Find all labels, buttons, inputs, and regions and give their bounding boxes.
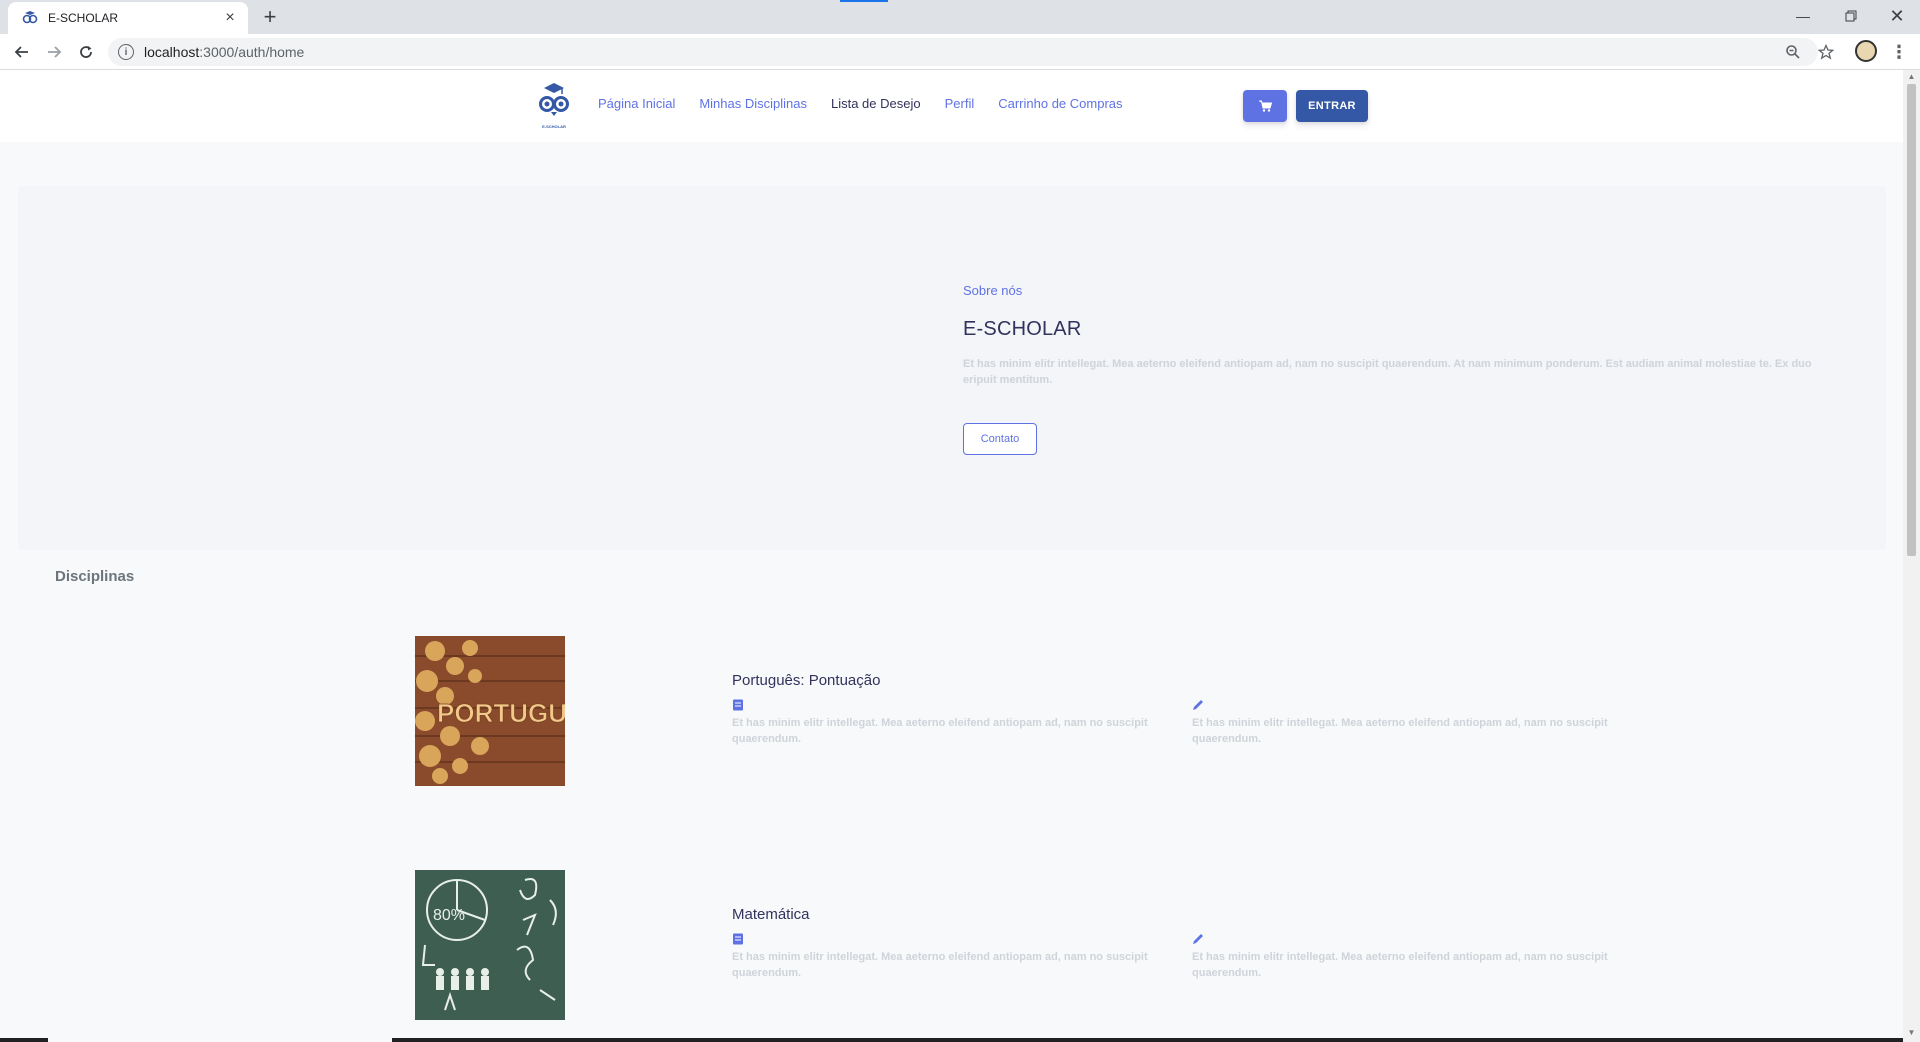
browser-menu-icon[interactable]: ⋮ xyxy=(1887,40,1911,64)
reload-button[interactable] xyxy=(74,40,98,64)
course-image-matematica[interactable]: 80% xyxy=(415,870,565,1020)
url-text: localhost:3000/auth/home xyxy=(144,44,305,60)
browser-tabstrip: E-SCHOLAR × + — ✕ xyxy=(0,0,1920,34)
shopping-cart-icon xyxy=(1258,100,1272,112)
forward-button[interactable] xyxy=(42,40,66,64)
book-icon xyxy=(732,698,744,711)
bookmark-star-icon[interactable] xyxy=(1814,40,1838,64)
page-viewport: E-SCHOLAR Página Inicial Minhas Discipli… xyxy=(0,70,1903,1042)
info-icon[interactable]: i xyxy=(118,44,134,60)
about-eyebrow: Sobre nós xyxy=(963,283,1023,298)
browser-tab[interactable]: E-SCHOLAR × xyxy=(8,2,248,34)
browser-toolbar: i localhost:3000/auth/home ⋮ xyxy=(0,34,1920,70)
site-header: E-SCHOLAR Página Inicial Minhas Discipli… xyxy=(0,70,1903,142)
scroll-thumb[interactable] xyxy=(1907,84,1916,556)
address-bar[interactable]: i localhost:3000/auth/home xyxy=(108,38,1818,66)
restore-button[interactable] xyxy=(1828,4,1874,28)
course-description: Et has minim elitr intellegat. Mea aeter… xyxy=(1192,951,1608,979)
scroll-down-arrow-icon[interactable]: ▼ xyxy=(1907,1028,1916,1037)
page-bottom-edge xyxy=(0,1038,48,1042)
course-image-caption: 80% xyxy=(433,907,465,924)
course-title[interactable]: Matemática xyxy=(732,906,810,923)
course-title[interactable]: Português: Pontuação xyxy=(732,672,880,689)
main-nav: Página Inicial Minhas Disciplinas Lista … xyxy=(598,96,1147,111)
course-description: Et has minim elitr intellegat. Mea aeter… xyxy=(732,717,1148,745)
login-button[interactable]: ENTRAR xyxy=(1296,90,1368,122)
close-window-button[interactable]: ✕ xyxy=(1874,4,1920,28)
new-tab-button[interactable]: + xyxy=(258,6,282,30)
nav-minhas-disciplinas[interactable]: Minhas Disciplinas xyxy=(699,96,807,111)
loading-indicator xyxy=(840,0,888,2)
owl-favicon-icon xyxy=(22,10,38,26)
nav-lista-de-desejo[interactable]: Lista de Desejo xyxy=(831,96,921,111)
section-title-disciplinas: Disciplinas xyxy=(55,568,135,585)
profile-avatar[interactable] xyxy=(1855,40,1877,62)
minimize-button[interactable]: — xyxy=(1780,4,1826,28)
pencil-icon xyxy=(1192,698,1204,710)
course-description: Et has minim elitr intellegat. Mea aeter… xyxy=(732,951,1148,979)
course-image-portugues[interactable]: PORTUGU xyxy=(415,636,565,786)
nav-carrinho-de-compras[interactable]: Carrinho de Compras xyxy=(998,96,1122,111)
e-scholar-logo[interactable]: E-SCHOLAR xyxy=(536,82,572,129)
close-tab-icon[interactable]: × xyxy=(222,10,238,26)
page-scrollbar[interactable]: ▲ ▼ xyxy=(1903,70,1920,1042)
back-button[interactable] xyxy=(10,40,34,64)
contact-button[interactable]: Contato xyxy=(963,423,1037,455)
page-bottom-edge xyxy=(392,1038,1903,1042)
pencil-icon xyxy=(1192,932,1204,944)
book-icon xyxy=(732,932,744,945)
course-description: Et has minim elitr intellegat. Mea aeter… xyxy=(1192,717,1608,745)
about-text: Et has minim elitr intellegat. Mea aeter… xyxy=(963,358,1812,386)
zoom-icon[interactable] xyxy=(1781,40,1805,64)
nav-perfil[interactable]: Perfil xyxy=(945,96,975,111)
scroll-up-arrow-icon[interactable]: ▲ xyxy=(1907,72,1916,81)
nav-pagina-inicial[interactable]: Página Inicial xyxy=(598,96,675,111)
about-title: E-SCHOLAR xyxy=(963,318,1082,340)
cart-button[interactable] xyxy=(1243,90,1287,122)
tab-title: E-SCHOLAR xyxy=(48,11,119,25)
course-image-caption: PORTUGU xyxy=(437,698,565,728)
